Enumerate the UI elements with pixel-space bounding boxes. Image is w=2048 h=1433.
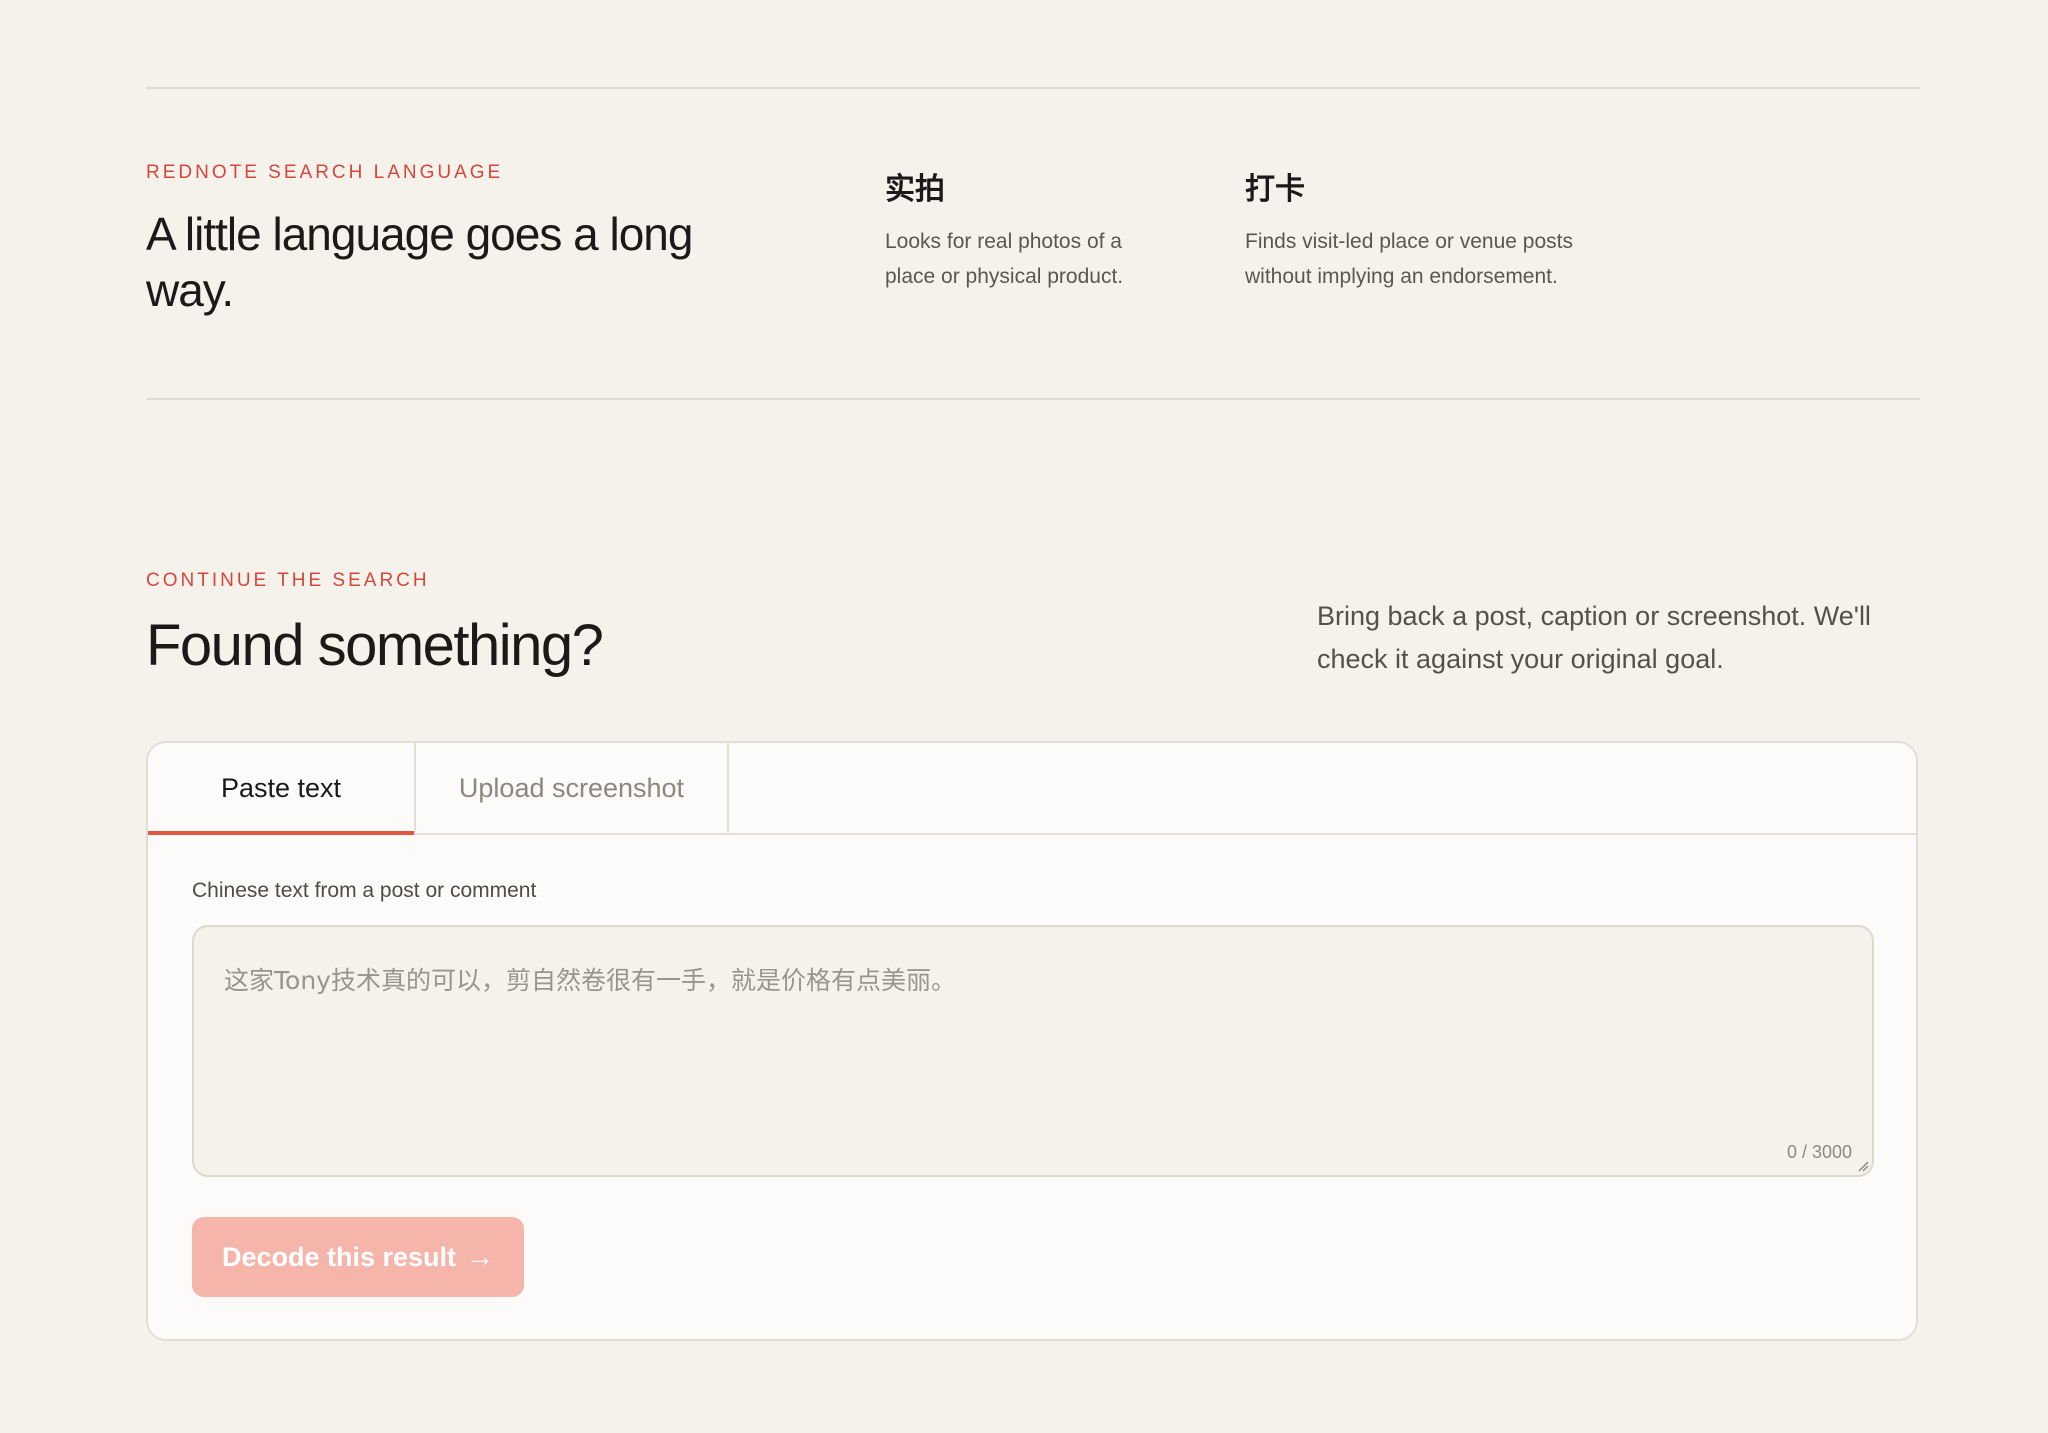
section-headline: A little language goes a long way.: [146, 208, 693, 316]
input-mode-tabs: Paste text Upload screenshot: [148, 743, 1916, 835]
section-eyebrow: REDNOTE SEARCH LANGUAGE: [146, 162, 504, 183]
resize-handle-icon[interactable]: [1857, 1160, 1869, 1172]
character-counter: 0 / 3000: [1786, 1142, 1852, 1162]
term-title: 打卡: [1245, 173, 1305, 206]
tab-upload-screenshot[interactable]: Upload screenshot: [416, 743, 729, 833]
term-description: Looks for real photos of a place or phys…: [885, 230, 1124, 288]
section-divider: [146, 398, 1920, 400]
term-title: 实拍: [885, 173, 945, 206]
section-intro: Bring back a post, caption or screenshot…: [1317, 601, 1871, 674]
term-description: Finds visit-led place or venue posts wit…: [1245, 230, 1573, 288]
text-field-label: Chinese text from a post or comment: [192, 879, 537, 902]
decoder-card: Paste text Upload screenshot Chinese tex…: [146, 741, 1918, 1341]
decode-result-button[interactable]: Decode this result →: [192, 1217, 524, 1297]
top-divider: [146, 87, 1920, 89]
chinese-text-input[interactable]: [194, 927, 1872, 1175]
section-headline: Found something?: [146, 613, 604, 678]
text-field-container: 0 / 3000: [192, 925, 1874, 1177]
page: REDNOTE SEARCH LANGUAGE A little languag…: [0, 0, 2048, 1433]
decode-button-label: Decode this result: [221, 1241, 457, 1272]
arrow-right-icon: →: [466, 1241, 495, 1272]
section-eyebrow: CONTINUE THE SEARCH: [146, 570, 430, 591]
tab-paste-text[interactable]: Paste text: [148, 743, 416, 835]
